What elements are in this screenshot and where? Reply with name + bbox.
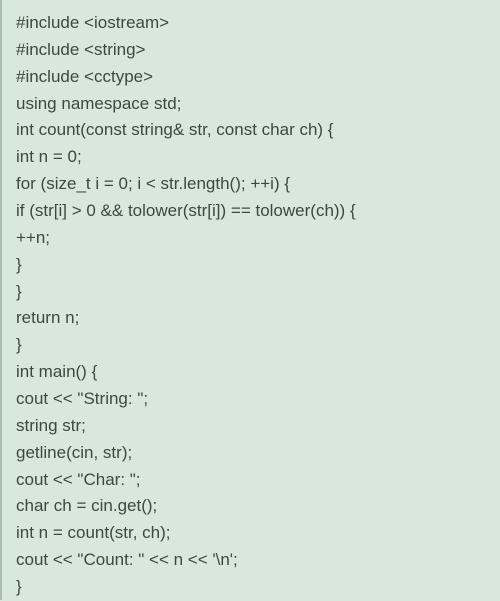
code-line: } — [16, 332, 486, 359]
code-line: } — [16, 252, 486, 279]
code-line: } — [16, 279, 486, 306]
code-line: getline(cin, str); — [16, 440, 486, 467]
code-line: } — [16, 574, 486, 601]
code-line: int n = count(str, ch); — [16, 520, 486, 547]
code-line: int main() { — [16, 359, 486, 386]
code-line: char ch = cin.get(); — [16, 493, 486, 520]
code-line: #include <cctype> — [16, 64, 486, 91]
code-line: #include <iostream> — [16, 10, 486, 37]
code-line: int n = 0; — [16, 144, 486, 171]
code-line: using namespace std; — [16, 91, 486, 118]
code-line: string str; — [16, 413, 486, 440]
code-line: return n; — [16, 305, 486, 332]
code-block: #include <iostream> #include <string> #i… — [16, 10, 486, 601]
code-line: ++n; — [16, 225, 486, 252]
code-line: #include <string> — [16, 37, 486, 64]
code-line: for (size_t i = 0; i < str.length(); ++i… — [16, 171, 486, 198]
code-line: cout << "Char: "; — [16, 467, 486, 494]
code-line: if (str[i] > 0 && tolower(str[i]) == tol… — [16, 198, 486, 225]
code-line: cout << "Count: " << n << '\n'; — [16, 547, 486, 574]
code-line: cout << "String: "; — [16, 386, 486, 413]
code-line: int count(const string& str, const char … — [16, 117, 486, 144]
